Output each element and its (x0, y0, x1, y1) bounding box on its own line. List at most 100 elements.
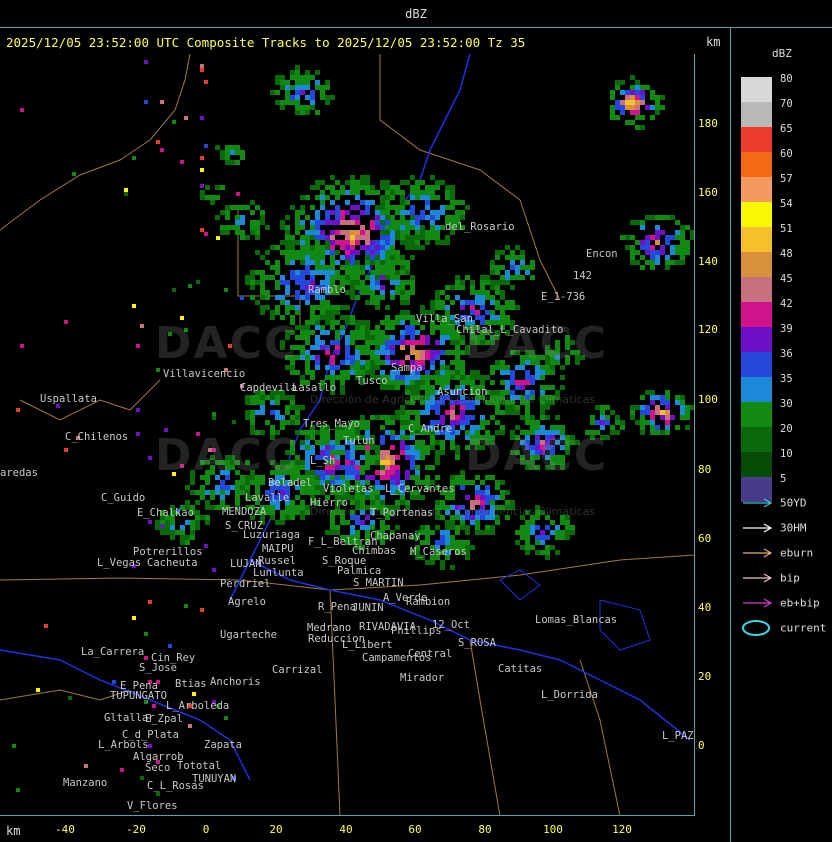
echo-cell (460, 375, 465, 380)
clutter-cell (188, 284, 192, 288)
echo-cell (465, 420, 470, 425)
echo-cell (400, 290, 405, 295)
echo-cell (385, 190, 390, 195)
echo-cell (360, 350, 365, 355)
legend-swatch (741, 177, 772, 202)
echo-cell (415, 385, 420, 390)
echo-cell (315, 305, 320, 310)
echo-cell (370, 290, 375, 295)
echo-cell (360, 200, 365, 205)
echo-cell (285, 515, 290, 520)
echo-cell (380, 240, 385, 245)
echo-cell (280, 75, 285, 80)
echo-cell (400, 260, 405, 265)
echo-cell (515, 265, 520, 270)
watermark-logo-2: DACC (465, 318, 609, 369)
clutter-cell (192, 692, 196, 696)
clutter-cell (232, 420, 236, 424)
echo-cell (325, 345, 330, 350)
echo-cell (530, 545, 535, 550)
echo-cell (440, 300, 445, 305)
echo-cell (215, 490, 220, 495)
echo-cell (275, 415, 280, 420)
echo-cell (445, 380, 450, 385)
echo-cell (415, 225, 420, 230)
echo-cell (635, 240, 640, 245)
echo-cell (260, 290, 265, 295)
echo-cell (360, 320, 365, 325)
echo-cell (415, 195, 420, 200)
echo-cell (505, 410, 510, 415)
clutter-cell (140, 776, 144, 780)
echo-cell (670, 235, 675, 240)
echo-cell (400, 430, 405, 435)
echo-cell (315, 240, 320, 245)
echo-cell (495, 290, 500, 295)
echo-cell (320, 220, 325, 225)
echo-cell (415, 190, 420, 195)
echo-cell (535, 550, 540, 555)
echo-cell (415, 340, 420, 345)
echo-cell (390, 375, 395, 380)
echo-cell (280, 240, 285, 245)
x-tick-label: 120 (612, 823, 632, 836)
echo-cell (455, 375, 460, 380)
echo-cell (600, 405, 605, 410)
echo-cell (380, 350, 385, 355)
echo-cell (385, 305, 390, 310)
echo-cell (645, 215, 650, 220)
echo-cell (295, 225, 300, 230)
echo-cell (385, 225, 390, 230)
echo-cell (455, 350, 460, 355)
echo-cell (410, 385, 415, 390)
echo-cell (655, 425, 660, 430)
echo-cell (210, 505, 215, 510)
echo-cell (360, 285, 365, 290)
echo-cell (625, 235, 630, 240)
echo-cell (390, 420, 395, 425)
echo-cell (190, 535, 195, 540)
echo-cell (350, 450, 355, 455)
echo-cell (260, 395, 265, 400)
echo-cell (415, 465, 420, 470)
echo-cell (340, 475, 345, 480)
echo-cell (300, 240, 305, 245)
echo-cell (420, 530, 425, 535)
echo-cell (240, 150, 245, 155)
echo-cell (330, 245, 335, 250)
echo-cell (530, 260, 535, 265)
echo-cell (425, 235, 430, 240)
echo-cell (350, 315, 355, 320)
echo-cell (290, 75, 295, 80)
echo-cell (360, 175, 365, 180)
echo-cell (310, 220, 315, 225)
echo-cell (415, 440, 420, 445)
echo-cell (330, 325, 335, 330)
echo-cell (630, 245, 635, 250)
echo-cell (405, 470, 410, 475)
place-label: TUPUNGATO (110, 690, 167, 702)
echo-cell (220, 150, 225, 155)
echo-cell (290, 235, 295, 240)
echo-cell (550, 385, 555, 390)
echo-cell (400, 190, 405, 195)
echo-cell (445, 435, 450, 440)
echo-cell (290, 95, 295, 100)
echo-cell (310, 330, 315, 335)
place-label: Chapanay (370, 530, 421, 542)
echo-cell (315, 220, 320, 225)
echo-cell (305, 325, 310, 330)
echo-cell (260, 280, 265, 285)
echo-cell (525, 265, 530, 270)
legend-value: 54 (780, 198, 793, 210)
echo-cell (365, 260, 370, 265)
echo-cell (405, 220, 410, 225)
echo-cell (600, 415, 605, 420)
echo-cell (345, 250, 350, 255)
echo-cell (645, 240, 650, 245)
echo-cell (435, 300, 440, 305)
echo-cell (260, 410, 265, 415)
echo-cell (390, 350, 395, 355)
legend-value: 48 (780, 248, 793, 260)
echo-cell (330, 185, 335, 190)
